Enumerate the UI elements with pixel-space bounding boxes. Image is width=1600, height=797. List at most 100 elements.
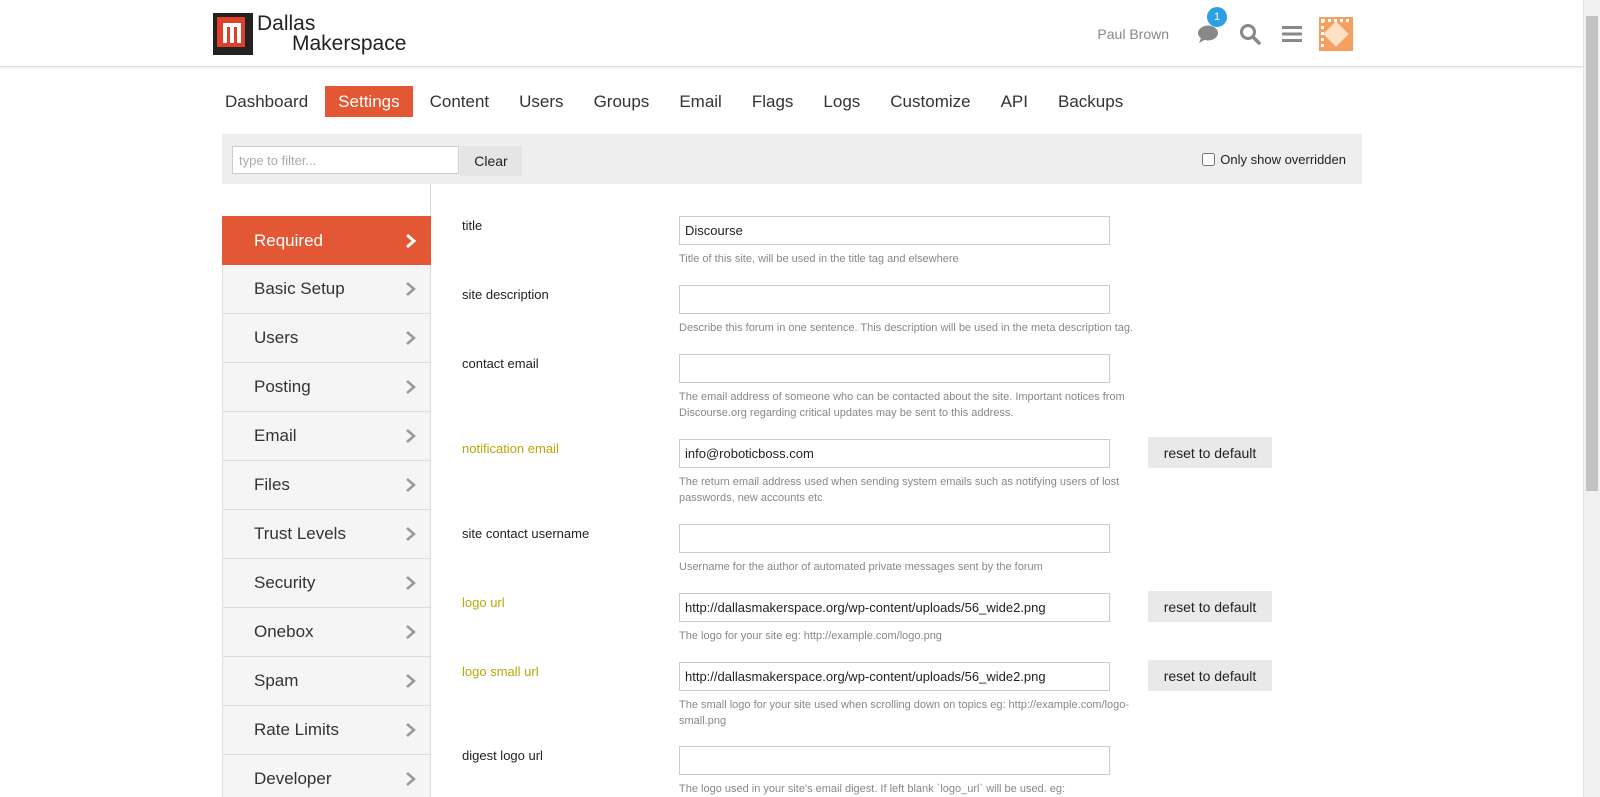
chevron-right-icon xyxy=(406,282,416,296)
nav-settings[interactable]: Settings xyxy=(325,86,413,117)
notifications-button[interactable]: 1 xyxy=(1191,7,1227,51)
setting-label: logo url xyxy=(462,595,505,610)
nav-email[interactable]: Email xyxy=(666,86,735,117)
chevron-right-icon xyxy=(406,625,416,639)
setting-label: title xyxy=(462,218,483,233)
setting-label: contact email xyxy=(462,356,539,371)
hamburger-menu-icon xyxy=(1282,26,1302,42)
sidebar-item-label: Posting xyxy=(254,377,311,396)
sidebar-item-users[interactable]: Users xyxy=(222,314,431,363)
nav-groups[interactable]: Groups xyxy=(581,86,663,117)
logo-small-url-field[interactable] xyxy=(679,662,1110,691)
reset-to-default-button[interactable]: reset to default xyxy=(1148,437,1272,468)
scrollbar-thumb[interactable] xyxy=(1586,16,1598,491)
contact-email-field[interactable] xyxy=(679,354,1110,383)
setting-label: digest logo url xyxy=(462,748,543,763)
setting-description: Describe this forum in one sentence. Thi… xyxy=(679,322,1134,334)
setting-description: The return email address used when sendi… xyxy=(679,476,1120,504)
notification-email-field[interactable] xyxy=(679,439,1110,468)
logo-line-1: Dallas xyxy=(257,12,316,35)
logo-text: Dallas Makerspace xyxy=(257,12,407,55)
filter-input[interactable] xyxy=(232,146,459,174)
chevron-right-icon xyxy=(406,233,417,249)
nav-api[interactable]: API xyxy=(988,86,1041,117)
chevron-right-icon xyxy=(406,772,416,786)
nav-content[interactable]: Content xyxy=(417,86,503,117)
filter-bar: Clear Only show overridden xyxy=(222,134,1362,184)
nav-customize[interactable]: Customize xyxy=(877,86,983,117)
user-area: Paul Brown 1 xyxy=(1097,7,1353,54)
setting-description: Username for the author of automated pri… xyxy=(679,561,1043,573)
setting-label: logo small url xyxy=(462,664,539,679)
sidebar-item-label: Basic Setup xyxy=(254,279,345,298)
sidebar-item-label: Developer xyxy=(254,769,332,788)
sidebar-item-basic-setup[interactable]: Basic Setup xyxy=(222,265,431,314)
digest-logo-url-field[interactable] xyxy=(679,746,1110,775)
setting-label: site description xyxy=(462,287,549,302)
reset-to-default-button[interactable]: reset to default xyxy=(1148,591,1272,622)
nav-backups[interactable]: Backups xyxy=(1045,86,1136,117)
sidebar-item-label: Security xyxy=(254,573,316,592)
admin-nav: Dashboard Settings Content Users Groups … xyxy=(222,86,1140,117)
settings-sidebar: Required Basic Setup Users Posting Email… xyxy=(222,216,431,797)
sidebar-item-security[interactable]: Security xyxy=(222,559,431,608)
sidebar-item-rate-limits[interactable]: Rate Limits xyxy=(222,706,431,755)
setting-description: The logo used in your site's email diges… xyxy=(679,783,1066,795)
only-overridden-checkbox[interactable] xyxy=(1202,153,1216,166)
sidebar-item-label: Onebox xyxy=(254,622,314,641)
logo-url-field[interactable] xyxy=(679,593,1110,622)
setting-description: The logo for your site eg: http://exampl… xyxy=(679,630,942,642)
page-scrollbar[interactable] xyxy=(1583,0,1600,797)
search-button[interactable] xyxy=(1233,17,1267,51)
clear-button[interactable]: Clear xyxy=(460,146,522,176)
username-link[interactable]: Paul Brown xyxy=(1097,26,1169,42)
nav-users[interactable]: Users xyxy=(506,86,576,117)
nav-logs[interactable]: Logs xyxy=(810,86,873,117)
sidebar-item-label: Required xyxy=(254,230,323,250)
sidebar-item-label: Rate Limits xyxy=(254,720,340,739)
user-avatar[interactable] xyxy=(1319,17,1353,51)
notification-badge: 1 xyxy=(1207,7,1227,27)
sidebar-item-onebox[interactable]: Onebox xyxy=(222,608,431,657)
sidebar-item-label: Trust Levels xyxy=(254,524,346,543)
menu-button[interactable] xyxy=(1275,17,1309,51)
chevron-right-icon xyxy=(406,723,416,737)
chevron-right-icon xyxy=(406,576,416,590)
search-icon xyxy=(1240,24,1261,45)
sidebar-item-label: Email xyxy=(254,426,297,445)
setting-label: notification email xyxy=(462,441,559,456)
only-overridden-label: Only show overridden xyxy=(1220,152,1346,167)
setting-description: The small logo for your site used when s… xyxy=(679,699,1130,727)
sidebar-item-posting[interactable]: Posting xyxy=(222,363,431,412)
chevron-right-icon xyxy=(406,674,416,688)
site-description-field[interactable] xyxy=(679,285,1110,314)
title-field[interactable] xyxy=(679,216,1110,245)
only-overridden-toggle[interactable]: Only show overridden xyxy=(1202,152,1346,167)
nav-flags[interactable]: Flags xyxy=(739,86,807,117)
sidebar-item-label: Files xyxy=(254,475,290,494)
site-header: Dallas Makerspace Paul Brown 1 xyxy=(0,0,1583,67)
chat-bubble-icon xyxy=(1198,25,1218,43)
sidebar-item-files[interactable]: Files xyxy=(222,461,431,510)
chevron-right-icon xyxy=(406,527,416,541)
sidebar-item-spam[interactable]: Spam xyxy=(222,657,431,706)
admin-page: { "header": { "logo_line1": "Dallas", "l… xyxy=(0,0,1600,797)
sidebar-item-email[interactable]: Email xyxy=(222,412,431,461)
sidebar-item-label: Spam xyxy=(254,671,299,690)
setting-description: Title of this site, will be used in the … xyxy=(679,253,959,265)
sidebar-item-developer[interactable]: Developer xyxy=(222,755,431,797)
setting-description: The email address of someone who can be … xyxy=(679,391,1125,419)
sidebar-item-label: Users xyxy=(254,328,299,347)
sidebar-item-trust-levels[interactable]: Trust Levels xyxy=(222,510,431,559)
site-contact-username-field[interactable] xyxy=(679,524,1110,553)
chevron-right-icon xyxy=(406,429,416,443)
sidebar-item-required[interactable]: Required xyxy=(222,216,431,265)
logo-line-2: Makerspace xyxy=(292,32,407,55)
site-logo[interactable]: Dallas Makerspace xyxy=(213,12,406,56)
setting-label: site contact username xyxy=(462,526,590,541)
chevron-right-icon xyxy=(406,478,416,492)
chevron-right-icon xyxy=(406,331,416,345)
logo-mark-icon xyxy=(213,13,253,55)
nav-dashboard[interactable]: Dashboard xyxy=(222,86,321,117)
reset-to-default-button[interactable]: reset to default xyxy=(1148,660,1272,691)
